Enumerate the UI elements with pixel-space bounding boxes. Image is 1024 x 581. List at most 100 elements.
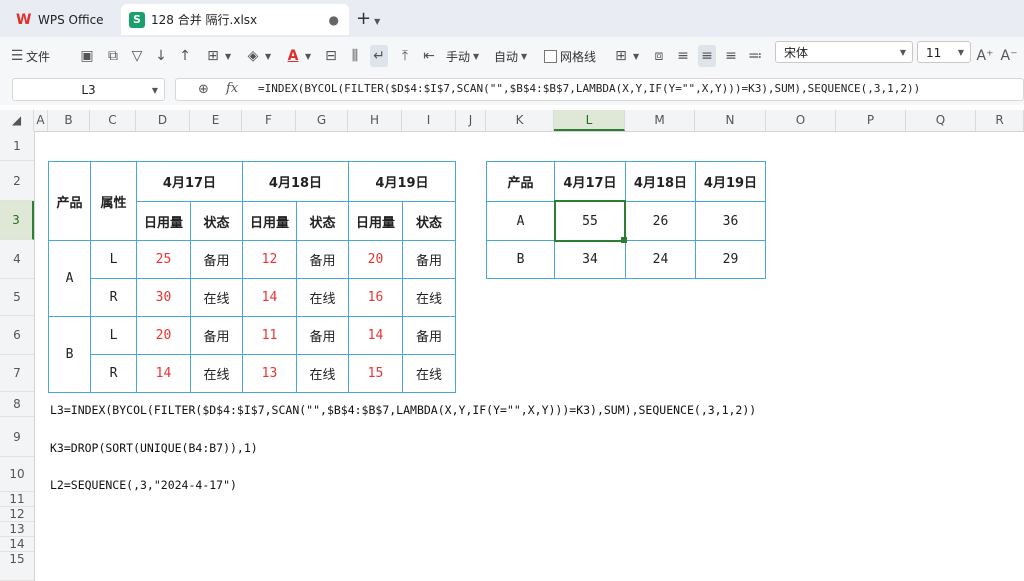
summary-value-cell[interactable]: 36 (695, 201, 766, 241)
align-center-button[interactable]: ≡ (698, 45, 716, 67)
column-header-E[interactable]: E (190, 110, 242, 131)
sort-desc-button[interactable]: ↑ (176, 45, 194, 67)
save-button[interactable]: ▣ (78, 45, 96, 67)
tab-dot-icon[interactable]: ● (329, 13, 339, 27)
attr-cell[interactable]: R (90, 278, 137, 317)
status-cell[interactable]: 在线 (190, 278, 243, 317)
column-header-H[interactable]: H (348, 110, 402, 131)
fill-color-button[interactable]: ◈ ▼ (244, 45, 272, 67)
header-status[interactable]: 状态 (296, 201, 349, 241)
header-status[interactable]: 状态 (402, 201, 456, 241)
split-button[interactable]: ⫼ (346, 45, 364, 67)
attr-cell[interactable]: R (90, 354, 137, 393)
align-top-button[interactable]: ⤒ (396, 45, 414, 67)
table-style-button[interactable]: ⊞ ▼ (612, 45, 639, 67)
header-date-3[interactable]: 4月19日 (348, 161, 456, 202)
row-header-6[interactable]: 6 (0, 316, 34, 355)
name-box[interactable]: L3 ▼ (12, 78, 165, 101)
column-header-G[interactable]: G (296, 110, 348, 131)
align-left-button[interactable]: ≡ (674, 45, 692, 67)
tab-workbook[interactable]: S 128 合并 隔行.xlsx ● (121, 4, 349, 35)
summary-value-cell[interactable]: 34 (554, 240, 626, 279)
usage-cell[interactable]: 25 (136, 240, 191, 279)
zoom-icon[interactable]: ⊕ (198, 82, 209, 97)
sort-asc-button[interactable]: ↓ (152, 45, 170, 67)
merge-button[interactable]: ⊟ (322, 45, 340, 67)
active-cell-selection[interactable] (554, 200, 626, 242)
font-size-select[interactable]: 11 ▼ (917, 41, 971, 63)
wrap-text-button[interactable]: ↵ (370, 45, 388, 67)
border-button[interactable]: ⊞ ▼ (204, 45, 231, 67)
summary-value-cell[interactable]: 24 (625, 240, 696, 279)
usage-cell[interactable]: 15 (348, 354, 403, 393)
freeze-button[interactable]: ⧈ (650, 45, 668, 67)
column-header-A[interactable]: A (34, 110, 48, 131)
product-cell[interactable]: A (48, 240, 91, 317)
usage-cell[interactable]: 20 (136, 316, 191, 355)
tab-wps-office[interactable]: W WPS Office (6, 4, 114, 35)
usage-cell[interactable]: 14 (242, 278, 297, 317)
copy-button[interactable]: ⧉ (104, 45, 122, 67)
summary-product-cell[interactable]: B (486, 240, 555, 279)
align-justify-button[interactable]: ≕ (746, 45, 764, 67)
summary-header-date-1[interactable]: 4月17日 (554, 161, 626, 202)
column-header-P[interactable]: P (836, 110, 906, 131)
status-cell[interactable]: 备用 (402, 316, 456, 355)
header-date-1[interactable]: 4月17日 (136, 161, 243, 202)
filter-button[interactable]: ▽ (128, 45, 146, 67)
header-usage[interactable]: 日用量 (136, 201, 191, 241)
row-header-1[interactable]: 1 (0, 131, 34, 161)
header-status[interactable]: 状态 (190, 201, 243, 241)
font-color-button[interactable]: A ▼ (284, 45, 312, 67)
header-usage[interactable]: 日用量 (348, 201, 403, 241)
align-right-button[interactable]: ≡ (722, 45, 740, 67)
row-header-15[interactable]: 15 (0, 552, 34, 581)
summary-header-date-2[interactable]: 4月18日 (625, 161, 696, 202)
fill-handle[interactable] (621, 237, 627, 243)
font-name-select[interactable]: 宋体 ▼ (775, 41, 913, 63)
row-header-5[interactable]: 5 (0, 279, 34, 316)
manual-mode-button[interactable]: 手动 ▼ (446, 45, 479, 67)
usage-cell[interactable]: 14 (136, 354, 191, 393)
column-header-O[interactable]: O (766, 110, 836, 131)
summary-header-date-3[interactable]: 4月19日 (695, 161, 766, 202)
summary-header-product[interactable]: 产品 (486, 161, 555, 202)
formula-input[interactable]: ⊕ fx =INDEX(BYCOL(FILTER($D$4:$I$7,SCAN(… (175, 78, 1024, 101)
status-cell[interactable]: 在线 (296, 354, 349, 393)
row-header-9[interactable]: 9 (0, 417, 34, 457)
status-cell[interactable]: 备用 (402, 240, 456, 279)
status-cell[interactable]: 备用 (296, 316, 349, 355)
row-header-4[interactable]: 4 (0, 240, 34, 279)
row-header-10[interactable]: 10 (0, 457, 34, 492)
status-cell[interactable]: 备用 (296, 240, 349, 279)
row-header-12[interactable]: 12 (0, 507, 34, 522)
row-header-2[interactable]: 2 (0, 161, 34, 201)
column-header-B[interactable]: B (48, 110, 90, 131)
header-usage[interactable]: 日用量 (242, 201, 297, 241)
decrease-font-button[interactable]: A⁻ (1000, 45, 1018, 67)
column-header-Q[interactable]: Q (906, 110, 976, 131)
usage-cell[interactable]: 13 (242, 354, 297, 393)
select-all-corner[interactable]: ◢ (0, 110, 34, 131)
column-header-L[interactable]: L (554, 110, 625, 131)
row-header-13[interactable]: 13 (0, 522, 34, 537)
attr-cell[interactable]: L (90, 316, 137, 355)
usage-cell[interactable]: 16 (348, 278, 403, 317)
column-header-D[interactable]: D (136, 110, 190, 131)
header-product[interactable]: 产品 (48, 161, 91, 241)
summary-value-cell[interactable]: 29 (695, 240, 766, 279)
usage-cell[interactable]: 14 (348, 316, 403, 355)
header-attribute[interactable]: 属性 (90, 161, 137, 241)
summary-product-cell[interactable]: A (486, 201, 555, 241)
column-header-M[interactable]: M (625, 110, 695, 131)
row-header-8[interactable]: 8 (0, 392, 34, 417)
increase-font-button[interactable]: A⁺ (976, 45, 994, 67)
usage-cell[interactable]: 20 (348, 240, 403, 279)
column-header-I[interactable]: I (402, 110, 456, 131)
status-cell[interactable]: 在线 (402, 278, 456, 317)
column-header-N[interactable]: N (695, 110, 766, 131)
column-header-K[interactable]: K (486, 110, 554, 131)
row-header-7[interactable]: 7 (0, 355, 34, 392)
usage-cell[interactable]: 12 (242, 240, 297, 279)
status-cell[interactable]: 备用 (190, 240, 243, 279)
